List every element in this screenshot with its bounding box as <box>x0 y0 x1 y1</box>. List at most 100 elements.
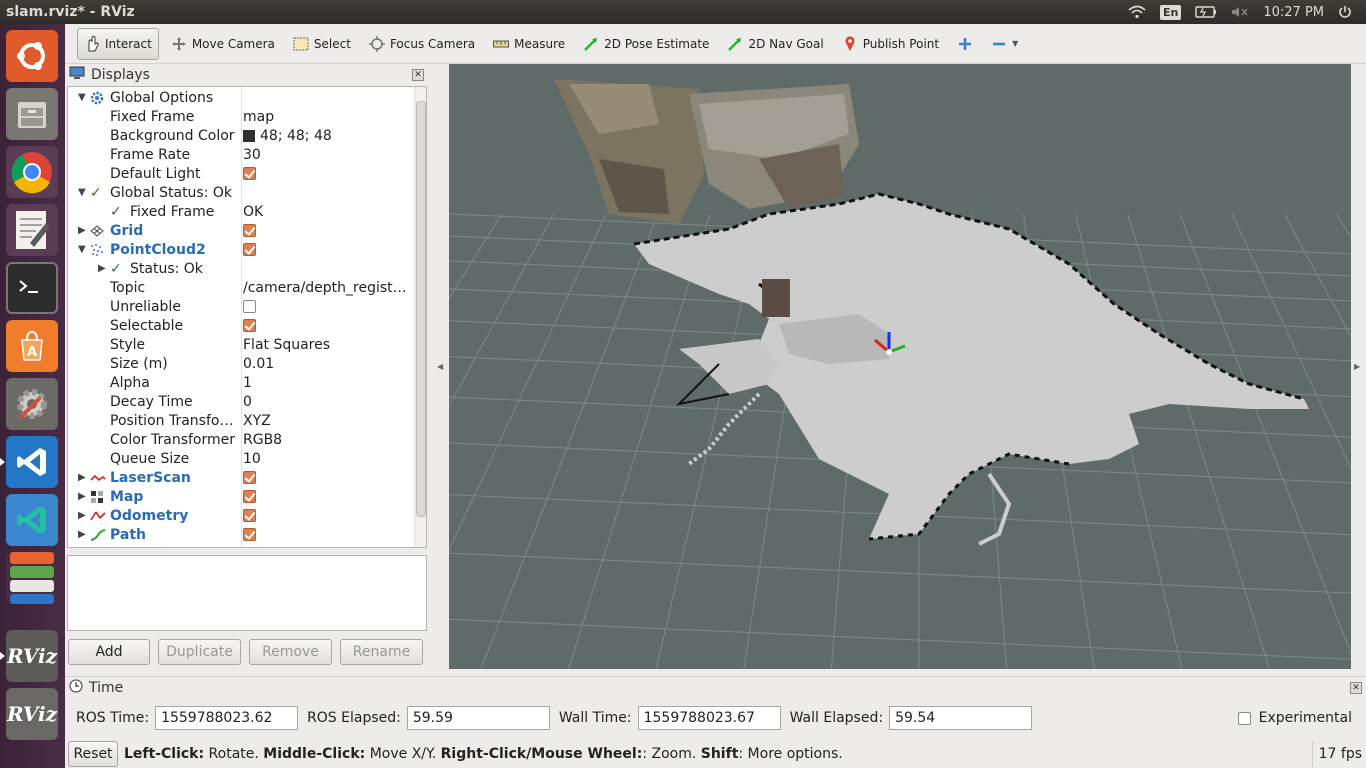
wall-time-field[interactable]: 1559788023.67 <box>637 706 781 730</box>
experimental-checkbox[interactable] <box>1237 711 1251 725</box>
vscode-insiders-icon[interactable] <box>6 494 58 546</box>
display-checkbox[interactable] <box>243 490 256 503</box>
ros-elapsed-field[interactable]: 59.59 <box>406 706 550 730</box>
wall-elapsed-field[interactable]: 59.54 <box>889 706 1033 730</box>
display-row-style[interactable]: Style Flat Squares <box>68 335 414 354</box>
ubuntu-dash-icon[interactable] <box>6 30 58 82</box>
display-row-laserscan[interactable]: ▶ LaserScan <box>68 468 414 487</box>
interact-tool[interactable]: Interact <box>77 27 159 60</box>
reset-button[interactable]: Reset <box>68 741 118 767</box>
display-row-position-transfo[interactable]: Position Transfo… XYZ <box>68 411 414 430</box>
display-row-global-status-ok[interactable]: ▼ ✓ Global Status: Ok <box>68 183 414 202</box>
collapse-arrow-icon[interactable]: ▶ <box>78 225 86 236</box>
display-row-value[interactable] <box>243 509 413 522</box>
remove-tool-button[interactable]: ▼ <box>985 28 1024 60</box>
display-checkbox[interactable] <box>243 224 256 237</box>
volume-muted-icon[interactable] <box>1231 5 1249 19</box>
battery-icon[interactable] <box>1195 6 1217 18</box>
display-row-value[interactable] <box>243 319 413 332</box>
collapse-arrow-icon[interactable]: ▶ <box>78 491 86 502</box>
power-icon[interactable] <box>1338 5 1352 19</box>
display-row-background-color[interactable]: Background Color 48; 48; 48 <box>68 126 414 145</box>
display-row-fixed-frame[interactable]: ✓ Fixed Frame OK <box>68 202 414 221</box>
expand-arrow-icon[interactable]: ▼ <box>78 187 86 198</box>
rename-display-button[interactable]: Rename <box>340 639 423 665</box>
display-row-fixed-frame[interactable]: Fixed Frame map <box>68 107 414 126</box>
display-row-value[interactable] <box>243 224 413 237</box>
ros-time-field[interactable]: 1559788023.62 <box>155 706 299 730</box>
2d-pose-estimate-tool[interactable]: 2D Pose Estimate <box>577 28 715 60</box>
rviz-icon-2[interactable]: RViz <box>6 688 58 740</box>
select-tool[interactable]: Select <box>287 28 357 60</box>
display-row-value[interactable] <box>243 243 413 256</box>
display-row-value[interactable]: RGB8 <box>243 432 413 448</box>
collapse-arrow-icon[interactable]: ▶ <box>78 510 86 521</box>
display-row-value[interactable]: 30 <box>243 147 413 163</box>
collapse-arrow-icon[interactable]: ▶ <box>78 529 86 540</box>
add-display-button[interactable]: Add <box>68 639 150 665</box>
display-row-odometry[interactable]: ▶ Odometry <box>68 506 414 525</box>
display-row-value[interactable]: 0 <box>243 394 413 410</box>
display-row-value[interactable]: 0.01 <box>243 356 413 372</box>
display-row-map[interactable]: ▶ Map <box>68 487 414 506</box>
display-row-value[interactable]: map <box>243 109 413 125</box>
collapse-arrow-icon[interactable]: ▶ <box>78 472 86 483</box>
add-tool-button[interactable] <box>951 28 979 60</box>
display-row-value[interactable]: 1 <box>243 375 413 391</box>
display-row-value[interactable]: Flat Squares <box>243 337 413 353</box>
display-checkbox[interactable] <box>243 319 256 332</box>
display-row-path[interactable]: ▶ Path <box>68 525 414 544</box>
duplicate-display-button[interactable]: Duplicate <box>158 639 241 665</box>
close-icon[interactable]: ✕ <box>1350 682 1362 694</box>
focus-camera-tool[interactable]: Focus Camera <box>363 28 481 60</box>
display-row-value[interactable] <box>243 300 413 313</box>
stacked-apps-icon[interactable] <box>6 552 58 604</box>
display-row-value[interactable]: 10 <box>243 451 413 467</box>
text-editor-icon[interactable] <box>6 204 58 256</box>
displays-tree[interactable]: ▼ Global Options Fixed Frame map Background … <box>67 86 427 548</box>
display-checkbox[interactable] <box>243 167 256 180</box>
display-checkbox[interactable] <box>243 509 256 522</box>
tree-scrollbar[interactable] <box>414 87 426 547</box>
display-row-alpha[interactable]: Alpha 1 <box>68 373 414 392</box>
display-checkbox[interactable] <box>243 528 256 541</box>
clock[interactable]: 10:27 PM <box>1263 5 1324 20</box>
color-swatch[interactable] <box>243 129 255 142</box>
keyboard-layout-indicator[interactable]: En <box>1159 4 1182 20</box>
3d-render-viewport[interactable] <box>449 64 1351 669</box>
display-row-topic[interactable]: Topic/camera/depth_regist… <box>68 278 414 297</box>
expand-arrow-icon[interactable]: ▼ <box>78 244 86 255</box>
display-row-value[interactable]: /camera/depth_regist… <box>243 280 413 296</box>
collapse-left-icon[interactable]: ◀ <box>437 362 443 371</box>
vscode-icon[interactable] <box>0 436 58 488</box>
display-row-status-ok[interactable]: ▶ ✓ Status: Ok <box>68 259 414 278</box>
display-row-value[interactable]: XYZ <box>243 413 413 429</box>
display-row-queue-size[interactable]: Queue Size 10 <box>68 449 414 468</box>
system-settings-icon[interactable] <box>6 378 58 430</box>
software-center-icon[interactable]: A <box>6 320 58 372</box>
collapse-arrow-icon[interactable]: ▶ <box>98 263 106 274</box>
display-row-value[interactable] <box>243 167 413 180</box>
collapse-right-icon[interactable]: ▶ <box>1354 362 1360 371</box>
display-checkbox[interactable] <box>243 243 256 256</box>
display-row-pointcloud2[interactable]: ▼ PointCloud2 <box>68 240 414 259</box>
measure-tool[interactable]: Measure <box>487 28 571 60</box>
experimental-option[interactable]: Experimental <box>1237 710 1352 726</box>
display-row-frame-rate[interactable]: Frame Rate 30 <box>68 145 414 164</box>
display-row-default-light[interactable]: Default Light <box>68 164 414 183</box>
left-splitter[interactable]: ◀ <box>428 64 449 669</box>
display-row-global-options[interactable]: ▼ Global Options <box>68 88 414 107</box>
display-row-color-transformer[interactable]: Color Transformer RGB8 <box>68 430 414 449</box>
display-row-unreliable[interactable]: Unreliable <box>68 297 414 316</box>
wifi-icon[interactable] <box>1128 5 1146 19</box>
display-checkbox[interactable] <box>243 471 256 484</box>
close-icon[interactable]: ✕ <box>412 69 424 81</box>
display-row-value[interactable] <box>243 528 413 541</box>
move-camera-tool[interactable]: Move Camera <box>165 28 281 60</box>
display-row-selectable[interactable]: Selectable <box>68 316 414 335</box>
chrome-icon[interactable] <box>6 146 58 198</box>
display-row-value[interactable]: 48; 48; 48 <box>243 128 413 144</box>
display-row-size-m[interactable]: Size (m) 0.01 <box>68 354 414 373</box>
display-row-value[interactable] <box>243 471 413 484</box>
display-row-grid[interactable]: ▶ Grid <box>68 221 414 240</box>
